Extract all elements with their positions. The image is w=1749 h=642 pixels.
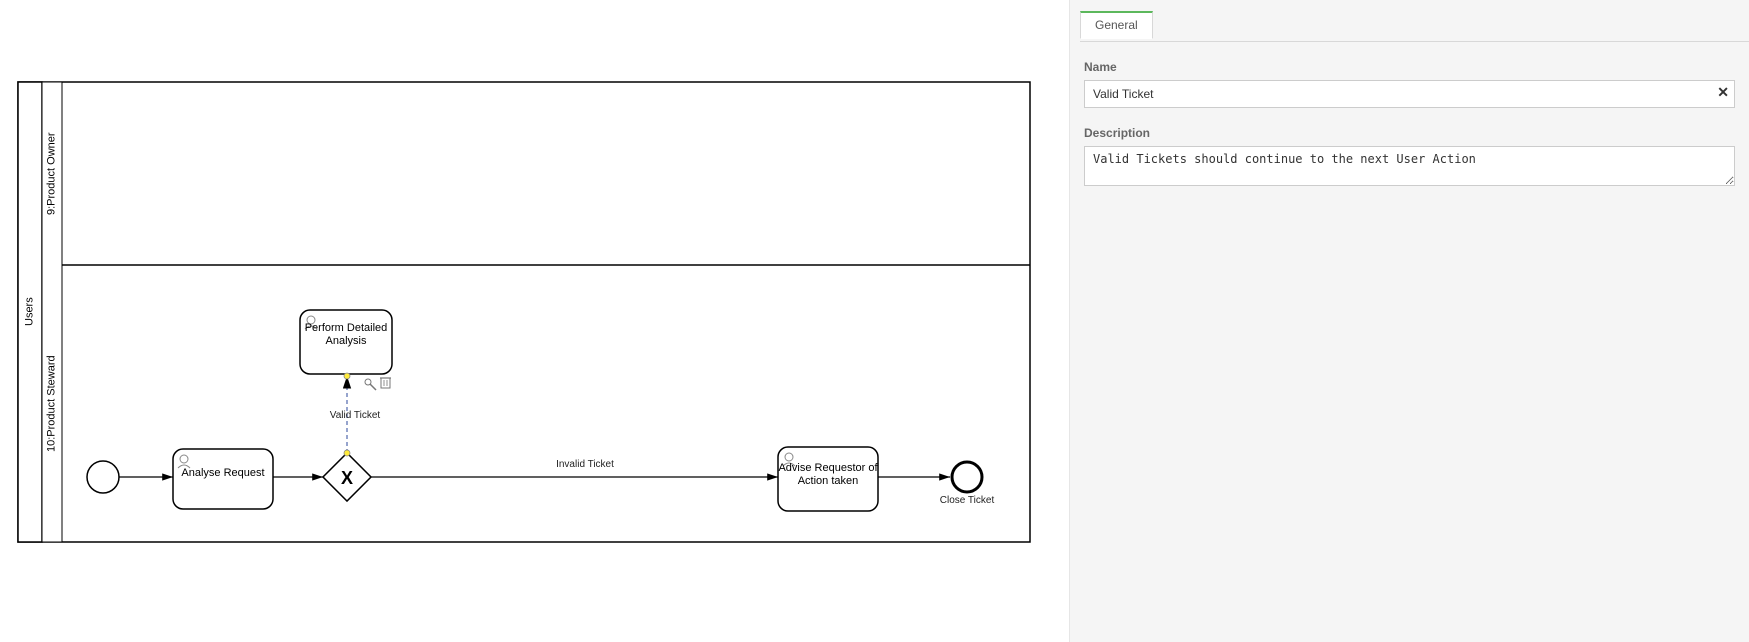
name-label: Name [1084, 60, 1735, 74]
flow-valid-endpoint-top[interactable] [344, 373, 350, 379]
task-perform[interactable] [300, 310, 392, 374]
properties-panel: General Name ✕ Description [1069, 0, 1749, 642]
clear-name-button[interactable]: ✕ [1717, 84, 1729, 101]
pool-header[interactable] [18, 82, 42, 542]
lane-header-column [42, 82, 62, 542]
bpmn-svg: X [0, 0, 1069, 642]
bpmn-canvas[interactable]: X [0, 0, 1069, 642]
end-event[interactable] [952, 462, 982, 492]
panel-tabs: General [1080, 10, 1749, 42]
name-input[interactable] [1084, 80, 1735, 108]
description-group: Description [1084, 126, 1735, 191]
flow-valid-endpoint-bottom[interactable] [344, 450, 350, 456]
description-label: Description [1084, 126, 1735, 140]
svg-text:X: X [341, 468, 353, 488]
name-group: Name ✕ [1084, 60, 1735, 108]
description-input[interactable] [1084, 146, 1735, 186]
start-event[interactable] [87, 461, 119, 493]
tab-general[interactable]: General [1080, 11, 1153, 39]
